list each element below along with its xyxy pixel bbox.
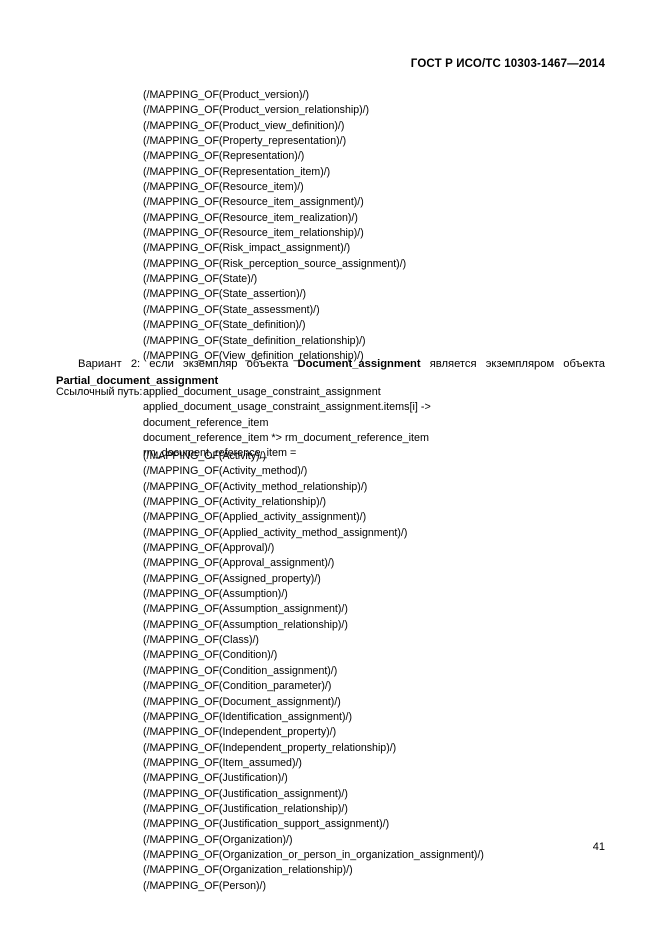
mapping-line: (/MAPPING_OF(Resource_item_relationship)… [143,227,364,240]
reference-path-line: applied_document_usage_constraint_assign… [143,401,431,414]
mapping-line: (/MAPPING_OF(State_assertion)/) [143,288,307,301]
mapping-line: (/MAPPING_OF(Organization)/) [143,833,293,846]
mapping-line: (/MAPPING_OF(State_definition_relationsh… [143,334,366,347]
mapping-list-block-2: (/MAPPING_OF(Activity)/) (/MAPPING_OF(Act… [143,449,484,894]
mapping-line: (/MAPPING_OF(Organization_or_person_in_o… [143,848,484,861]
mapping-line: (/MAPPING_OF(Class)/) [143,634,259,647]
mapping-line: (/MAPPING_OF(Assigned_property)/) [143,572,321,585]
mapping-line: (/MAPPING_OF(Approval)/) [143,542,275,555]
variant-paragraph-prefix: Вариант 2: если экземпляр объекта [78,358,298,371]
mapping-line: (/MAPPING_OF(Independent_property)/) [143,726,337,739]
mapping-line: (/MAPPING_OF(Activity_method)/) [143,465,308,478]
page-number: 41 [592,841,605,853]
mapping-list-block-1: (/MAPPING_OF(Product_version)/) (/MAPPING… [143,88,406,364]
mapping-line: (/MAPPING_OF(Person)/) [143,879,267,892]
mapping-line: (/MAPPING_OF(Approval_assignment)/) [143,557,335,570]
mapping-line: (/MAPPING_OF(Property_representation)/) [143,135,347,148]
mapping-line: (/MAPPING_OF(State_assessment)/) [143,303,320,316]
mapping-line: (/MAPPING_OF(Applied_activity_method_ass… [143,526,408,539]
mapping-line: (/MAPPING_OF(Product_version_relationshi… [143,104,370,117]
reference-path-line: document_reference_item [143,416,269,429]
reference-path-label: Ссылочный путь: [56,386,143,398]
mapping-line: (/MAPPING_OF(Risk_impact_assignment)/) [143,242,351,255]
mapping-line: (/MAPPING_OF(Product_version)/) [143,89,310,101]
mapping-line: (/MAPPING_OF(Representation)/) [143,150,305,163]
document-page: ГОСТ Р ИСО/ТС 10303-1467—2014 (/MAPPING_… [0,0,661,935]
mapping-line: (/MAPPING_OF(Assumption_relationship)/) [143,618,348,631]
reference-path-line: document_reference_item *> rm_document_r… [143,432,429,445]
mapping-line: (/MAPPING_OF(Justification_assignment)/) [143,787,348,800]
mapping-line: (/MAPPING_OF(Justification_relationship)… [143,802,348,815]
entity-name-document-assignment: Document_assignment [297,358,421,371]
mapping-line: (/MAPPING_OF(State_definition)/) [143,319,306,332]
mapping-line: (/MAPPING_OF(Representation_item)/) [143,165,331,178]
mapping-line: (/MAPPING_OF(Activity)/) [143,450,267,462]
mapping-line: (/MAPPING_OF(Identification_assignment)/… [143,710,353,723]
mapping-line: (/MAPPING_OF(Resource_item_assignment)/) [143,196,364,209]
mapping-line: (/MAPPING_OF(Activity_relationship)/) [143,496,327,509]
mapping-line: (/MAPPING_OF(Justification_support_assig… [143,818,390,831]
mapping-line: (/MAPPING_OF(Organization_relationship)/… [143,864,353,877]
mapping-line: (/MAPPING_OF(Applied_activity_assignment… [143,511,367,524]
mapping-line: (/MAPPING_OF(Resource_item)/) [143,181,304,194]
mapping-line: (/MAPPING_OF(Assumption_assignment)/) [143,603,348,616]
mapping-line: (/MAPPING_OF(Item_assumed)/) [143,756,302,769]
mapping-line: (/MAPPING_OF(Document_assignment)/) [143,695,341,708]
mapping-line: (/MAPPING_OF(Justification)/) [143,772,288,785]
mapping-line: (/MAPPING_OF(State)/) [143,273,258,286]
mapping-line: (/MAPPING_OF(Risk_perception_source_assi… [143,257,407,270]
running-header-standard-title: ГОСТ Р ИСО/ТС 10303-1467—2014 [410,58,605,70]
mapping-line: (/MAPPING_OF(Independent_property_relati… [143,741,397,754]
mapping-line: (/MAPPING_OF(Resource_item_realization)/… [143,211,358,224]
variant-paragraph-middle: является экземпляром объекта [420,358,605,371]
mapping-line: (/MAPPING_OF(Activity_method_relationshi… [143,480,368,493]
reference-path-line: applied_document_usage_constraint_assign… [143,386,381,398]
mapping-line: (/MAPPING_OF(Assumption)/) [143,588,288,601]
mapping-line: (/MAPPING_OF(Condition)/) [143,649,278,662]
mapping-line: (/MAPPING_OF(Product_view_definition)/) [143,119,345,132]
mapping-line: (/MAPPING_OF(Condition_assignment)/) [143,664,338,677]
mapping-line: (/MAPPING_OF(Condition_parameter)/) [143,680,332,693]
